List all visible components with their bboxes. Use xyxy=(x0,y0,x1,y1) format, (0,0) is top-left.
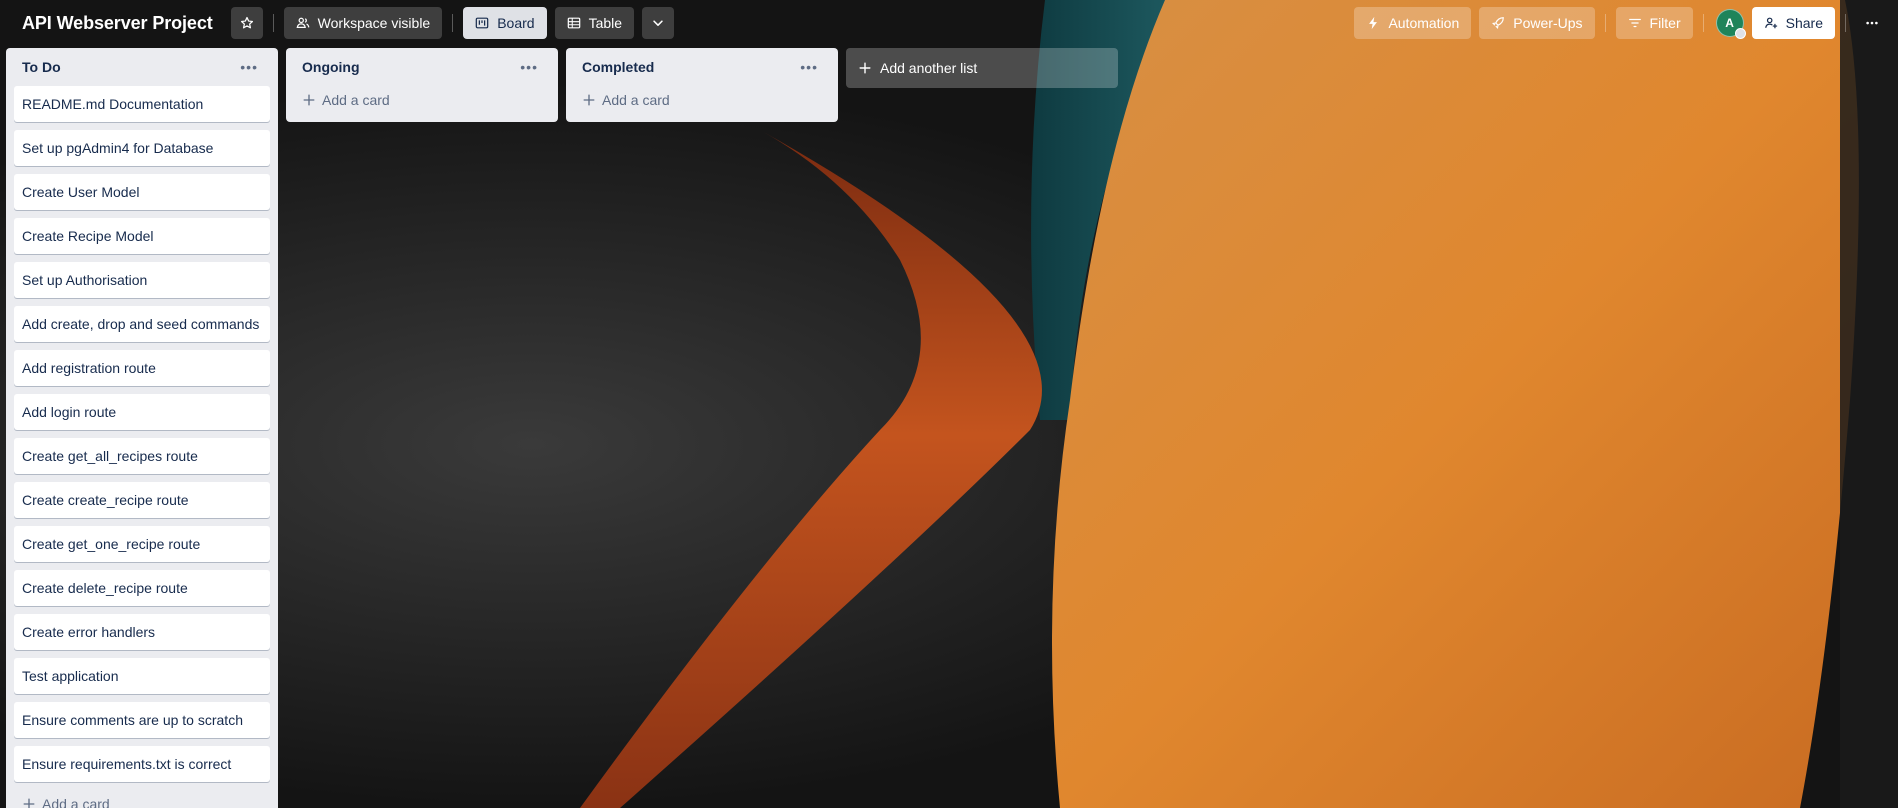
add-card-button[interactable]: Add a card xyxy=(574,86,830,114)
avatar-initial: A xyxy=(1725,16,1734,30)
share-person-icon xyxy=(1764,16,1778,30)
visibility-button[interactable]: Workspace visible xyxy=(283,7,443,39)
card[interactable]: README.md Documentation xyxy=(14,86,270,122)
plus-icon xyxy=(302,93,316,107)
list-header: Ongoing ••• xyxy=(294,48,550,86)
board-icon xyxy=(475,16,489,30)
add-card-button[interactable]: Add a card xyxy=(294,86,550,114)
card[interactable]: Create get_all_recipes route xyxy=(14,438,270,474)
share-button[interactable]: Share xyxy=(1751,7,1835,39)
card[interactable]: Add registration route xyxy=(14,350,270,386)
more-views-button[interactable] xyxy=(642,7,675,39)
card[interactable]: Add create, drop and seed commands xyxy=(14,306,270,342)
list-header: To Do ••• xyxy=(14,48,270,86)
header-divider xyxy=(272,14,274,32)
card[interactable]: Set up pgAdmin4 for Database xyxy=(14,130,270,166)
card[interactable]: Add login route xyxy=(14,394,270,430)
add-card-label: Add a card xyxy=(42,796,110,808)
card[interactable]: Create get_one_recipe route xyxy=(14,526,270,562)
board-title[interactable]: API Webserver Project xyxy=(12,9,223,38)
list-completed: Completed ••• Add a card xyxy=(566,48,838,122)
list-title[interactable]: Ongoing xyxy=(302,59,360,75)
view-tab-table-label: Table xyxy=(588,15,623,31)
powerups-label: Power-Ups xyxy=(1513,15,1583,31)
powerups-button[interactable]: Power-Ups xyxy=(1479,7,1595,39)
list-title[interactable]: Completed xyxy=(582,59,654,75)
card[interactable]: Create User Model xyxy=(14,174,270,210)
star-icon xyxy=(240,16,254,30)
header-divider xyxy=(1702,14,1704,32)
board-menu-button[interactable] xyxy=(1856,7,1888,39)
add-card-button[interactable]: Add a card xyxy=(14,790,270,808)
plus-icon xyxy=(858,61,872,75)
visibility-label: Workspace visible xyxy=(317,15,431,31)
view-tab-board-label: Board xyxy=(497,15,535,31)
view-tab-board[interactable]: Board xyxy=(463,7,547,39)
list-menu-icon[interactable]: ••• xyxy=(796,56,822,78)
rocket-icon xyxy=(1491,16,1505,30)
lightning-icon xyxy=(1366,16,1380,30)
automation-button[interactable]: Automation xyxy=(1354,7,1472,39)
ellipsis-icon xyxy=(1865,16,1879,30)
list-title[interactable]: To Do xyxy=(22,59,61,75)
card[interactable]: Set up Authorisation xyxy=(14,262,270,298)
admin-badge xyxy=(1734,28,1746,39)
card[interactable]: Create Recipe Model xyxy=(14,218,270,254)
card[interactable]: Create create_recipe route xyxy=(14,482,270,518)
avatar[interactable]: A xyxy=(1715,9,1746,39)
share-label: Share xyxy=(1785,15,1823,31)
star-button[interactable] xyxy=(230,7,263,39)
list-menu-icon[interactable]: ••• xyxy=(236,56,262,78)
view-tab-table[interactable]: Table xyxy=(554,7,635,39)
list-menu-icon[interactable]: ••• xyxy=(516,56,542,78)
table-icon xyxy=(567,16,581,30)
filter-icon xyxy=(1628,16,1642,30)
card[interactable]: Create error handlers xyxy=(14,614,270,650)
filter-button[interactable]: Filter xyxy=(1615,7,1693,39)
card[interactable]: Ensure requirements.txt is correct xyxy=(14,746,270,782)
add-card-label: Add a card xyxy=(322,92,390,108)
plus-icon xyxy=(582,93,596,107)
header-divider xyxy=(452,14,454,32)
board-canvas: To Do ••• README.md Documentation Set up… xyxy=(6,48,1118,808)
add-card-label: Add a card xyxy=(602,92,670,108)
card-container: README.md Documentation Set up pgAdmin4 … xyxy=(14,86,270,782)
plus-icon xyxy=(22,797,36,808)
automation-label: Automation xyxy=(1388,15,1460,31)
add-list-label: Add another list xyxy=(880,60,978,76)
people-icon xyxy=(296,16,310,30)
list-to-do: To Do ••• README.md Documentation Set up… xyxy=(6,48,278,808)
list-ongoing: Ongoing ••• Add a card xyxy=(286,48,558,122)
header-divider xyxy=(1604,14,1606,32)
header-divider xyxy=(1845,14,1846,32)
list-header: Completed ••• xyxy=(574,48,830,86)
filter-label: Filter xyxy=(1649,15,1681,31)
add-list-button[interactable]: Add another list xyxy=(846,48,1118,88)
card[interactable]: Test application xyxy=(14,658,270,694)
chevron-down-icon xyxy=(651,16,665,30)
card[interactable]: Create delete_recipe route xyxy=(14,570,270,606)
board-header: API Webserver Project Workspace visible … xyxy=(0,0,1898,46)
card[interactable]: Ensure comments are up to scratch xyxy=(14,702,270,738)
